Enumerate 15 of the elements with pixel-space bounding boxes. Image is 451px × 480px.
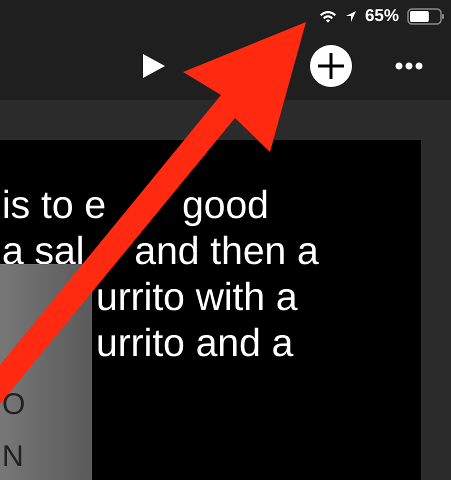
battery-percentage: 65% xyxy=(364,5,399,28)
slide-text: urrito and a xyxy=(96,322,294,367)
slide-text: and then a xyxy=(134,230,319,275)
slide-text: urrito with a xyxy=(96,276,298,321)
slide-text: is to e xyxy=(2,184,106,229)
play-icon[interactable] xyxy=(141,53,167,79)
panel-letter: N xyxy=(2,440,24,474)
slide-text: good xyxy=(182,184,269,229)
battery-icon xyxy=(407,8,445,24)
more-icon[interactable] xyxy=(395,62,423,70)
location-arrow-icon xyxy=(344,10,357,22)
panel-letter: O xyxy=(2,388,26,422)
wifi-icon xyxy=(318,10,337,22)
add-icon[interactable] xyxy=(309,44,353,88)
slide-text: a sal xyxy=(2,230,84,275)
